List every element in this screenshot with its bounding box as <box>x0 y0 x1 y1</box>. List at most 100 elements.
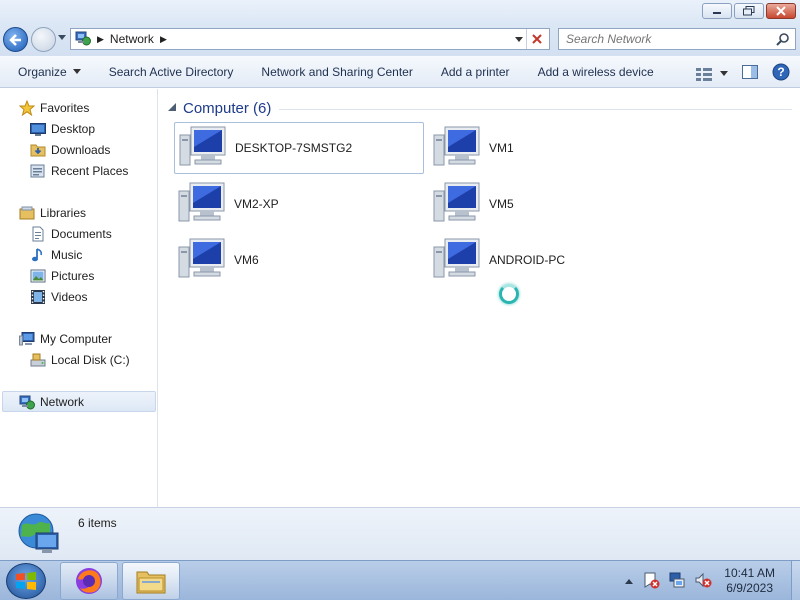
group-header-label: Computer (6) <box>183 99 272 117</box>
computer-tile[interactable]: VM5 <box>429 178 679 230</box>
computer-name: VM1 <box>489 141 514 155</box>
recent-places-icon <box>30 163 46 179</box>
close-icon <box>531 34 542 44</box>
search-icon[interactable] <box>776 32 790 49</box>
system-tray: 10:41 AM 6/9/2023 <box>624 561 800 600</box>
taskbar: 10:41 AM 6/9/2023 <box>0 560 800 600</box>
forward-button[interactable] <box>31 27 56 52</box>
search-active-directory-button[interactable]: Search Active Directory <box>95 65 248 79</box>
computer-name: VM2-XP <box>234 197 279 211</box>
sidebar-item-music[interactable]: Music <box>30 244 82 265</box>
help-icon: ? <box>772 63 790 81</box>
breadcrumb-network[interactable]: Network <box>110 32 154 46</box>
sidebar-item-documents[interactable]: Documents <box>30 223 112 244</box>
breadcrumb-separator[interactable]: ▶ <box>97 34 104 45</box>
change-view-button[interactable] <box>696 67 728 81</box>
command-bar: Organize Search Active Directory Network… <box>0 56 800 88</box>
restore-button[interactable] <box>734 3 764 19</box>
add-wireless-device-button[interactable]: Add a wireless device <box>524 65 668 79</box>
sidebar-item-favorites[interactable]: Favorites <box>19 97 89 118</box>
network-icon <box>19 394 35 410</box>
music-note-icon <box>30 247 46 263</box>
volume-muted-icon[interactable] <box>694 571 712 592</box>
help-button[interactable]: ? <box>772 63 790 84</box>
computer-tile[interactable]: DESKTOP-7SMSTG2 <box>174 122 424 174</box>
address-history-dropdown[interactable] <box>515 37 523 42</box>
chevron-down-icon <box>720 71 728 76</box>
sidebar-item-label: Videos <box>51 289 88 304</box>
clock-date: 6/9/2023 <box>726 581 773 595</box>
computer-icon <box>433 181 481 228</box>
start-button[interactable] <box>6 563 46 599</box>
sidebar-item-libraries[interactable]: Libraries <box>19 202 86 223</box>
clock-time: 10:41 AM <box>724 566 775 580</box>
action-center-icon[interactable] <box>642 571 660 592</box>
libraries-icon <box>19 205 35 221</box>
preview-pane-button[interactable] <box>742 64 758 83</box>
minimize-icon <box>713 12 721 14</box>
search-box[interactable] <box>558 28 796 50</box>
add-printer-button[interactable]: Add a printer <box>427 65 524 79</box>
film-strip-icon <box>30 289 46 305</box>
recent-pages-dropdown[interactable] <box>58 35 66 40</box>
sidebar-item-desktop[interactable]: Desktop <box>30 118 95 139</box>
search-input[interactable] <box>566 32 766 46</box>
sidebar-item-label: Recent Places <box>51 163 129 178</box>
breadcrumb-separator[interactable]: ▶ <box>160 34 167 45</box>
sidebar-item-network[interactable]: Network <box>2 391 156 412</box>
computer-icon <box>178 237 226 284</box>
computer-tile[interactable]: ANDROID-PC <box>429 234 679 286</box>
network-status-icon[interactable] <box>668 571 686 592</box>
stop-button[interactable] <box>526 29 546 49</box>
back-button[interactable] <box>3 27 28 52</box>
clock[interactable]: 10:41 AM 6/9/2023 <box>724 566 775 596</box>
computer-icon <box>433 125 481 172</box>
sidebar-item-label: Desktop <box>51 121 96 136</box>
sidebar-item-downloads[interactable]: Downloads <box>30 139 110 160</box>
sidebar-item-recent-places[interactable]: Recent Places <box>30 160 128 181</box>
chevron-down-icon <box>72 69 81 74</box>
computer-tile[interactable]: VM6 <box>174 234 424 286</box>
computer-icon <box>19 331 35 347</box>
sidebar-item-my-computer[interactable]: My Computer <box>19 328 112 349</box>
collapse-triangle-icon <box>168 103 176 111</box>
network-sharing-center-button[interactable]: Network and Sharing Center <box>247 65 426 79</box>
file-list: Computer (6) DESKTOP-7SMSTG2 VM1 VM2-XP … <box>159 89 800 507</box>
computer-name: VM5 <box>489 197 514 211</box>
sidebar-item-pictures[interactable]: Pictures <box>30 265 94 286</box>
star-icon <box>19 99 35 116</box>
sidebar-item-label: Music <box>51 247 83 262</box>
item-count: 6 items <box>78 516 117 530</box>
navigation-pane: Favorites Desktop Downloads Recent Place… <box>0 89 158 507</box>
address-bar[interactable]: ▶ Network ▶ <box>70 28 550 50</box>
organize-label: Organize <box>18 64 67 79</box>
taskbar-explorer[interactable] <box>122 562 180 600</box>
show-hidden-icons-button[interactable] <box>624 574 634 588</box>
organize-button[interactable]: Organize <box>0 65 95 79</box>
window-controls <box>702 3 796 19</box>
computer-tile[interactable]: VM1 <box>429 122 679 174</box>
preview-pane-icon <box>742 65 758 79</box>
sidebar-item-label: Downloads <box>51 142 111 157</box>
address-row: ▶ Network ▶ <box>0 24 800 56</box>
computer-name: VM6 <box>234 253 259 267</box>
back-arrow-icon <box>8 33 21 46</box>
sidebar-item-label: My Computer <box>40 331 113 346</box>
computer-icon <box>433 237 481 284</box>
busy-cursor-icon <box>499 284 519 304</box>
sidebar-item-videos[interactable]: Videos <box>30 286 87 307</box>
close-button[interactable] <box>766 3 796 19</box>
desktop-icon <box>30 121 46 137</box>
show-desktop-button[interactable] <box>791 561 800 600</box>
computer-tile[interactable]: VM2-XP <box>174 178 424 230</box>
group-divider <box>279 108 792 110</box>
sidebar-item-label: Documents <box>51 226 112 241</box>
sidebar-item-label: Favorites <box>40 100 90 115</box>
sidebar-item-label: Local Disk (C:) <box>51 352 130 367</box>
taskbar-firefox[interactable] <box>60 562 118 600</box>
minimize-button[interactable] <box>702 3 732 19</box>
sidebar-item-local-disk[interactable]: Local Disk (C:) <box>30 349 130 370</box>
network-icon <box>75 30 91 49</box>
sidebar-item-label: Libraries <box>40 205 87 220</box>
group-header-computer[interactable]: Computer (6) <box>167 97 792 119</box>
